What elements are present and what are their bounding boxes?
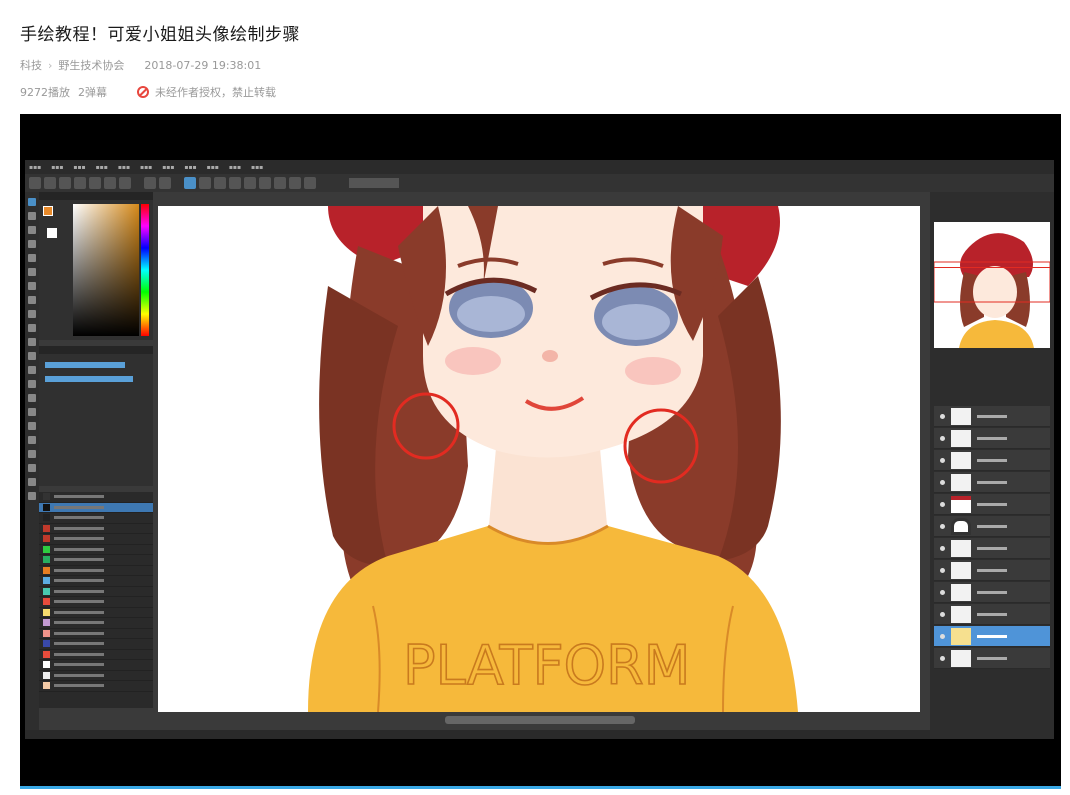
subcategory-link[interactable]: 野生技术协会 (58, 57, 124, 73)
hue-slider (141, 204, 149, 336)
video-stats: 9272播放 2弹幕 未经作者授权，禁止转载 (20, 84, 276, 100)
app-menubar: ▪▪▪ ▪▪▪ ▪▪▪ ▪▪▪ ▪▪▪ ▪▪▪ ▪▪▪ ▪▪▪ ▪▪▪ ▪▪▪ ▪▪▪ (25, 160, 1054, 174)
tool-palette (25, 192, 39, 739)
drawing-canvas[interactable]: PLATFORM (158, 206, 920, 712)
navigator-thumbnail (934, 222, 1050, 348)
copyright-text: 未经作者授权，禁止转载 (155, 86, 276, 99)
page-title: 手绘教程！可爱小姐姐头像绘制步骤 (20, 25, 300, 45)
layer-list-panel (39, 492, 153, 708)
sweater-text: PLATFORM (403, 634, 690, 697)
copyright-notice: 未经作者授权，禁止转载 (137, 84, 276, 100)
app-toolbar (25, 174, 1054, 192)
breadcrumb-separator: › (48, 58, 53, 72)
category-link[interactable]: 科技 (20, 57, 42, 73)
video-meta: 科技 › 野生技术协会 2018-07-29 19:38:01 (20, 57, 261, 73)
play-count: 9272播放 (20, 86, 70, 99)
girl-illustration: PLATFORM (308, 206, 798, 712)
publish-datetime: 2018-07-29 19:38:01 (144, 58, 262, 72)
painting-app-screenshot: ▪▪▪ ▪▪▪ ▪▪▪ ▪▪▪ ▪▪▪ ▪▪▪ ▪▪▪ ▪▪▪ ▪▪▪ ▪▪▪ ▪▪▪ (25, 160, 1054, 739)
brush-size-slider (45, 362, 125, 368)
app-statusbar (25, 730, 930, 739)
brush-settings-panel (39, 346, 153, 486)
brush-opacity-slider (45, 376, 133, 382)
canvas-scrollbar[interactable] (445, 716, 635, 724)
navigator-layers-panel (930, 192, 1054, 739)
color-picker-panel (39, 192, 153, 340)
foreground-color-swatch (43, 206, 53, 216)
no-reprint-icon (137, 86, 149, 98)
saturation-value-box (73, 204, 139, 336)
video-player[interactable]: ▪▪▪ ▪▪▪ ▪▪▪ ▪▪▪ ▪▪▪ ▪▪▪ ▪▪▪ ▪▪▪ ▪▪▪ ▪▪▪ ▪▪▪ (20, 114, 1061, 787)
background-color-swatch (47, 228, 57, 238)
video-progress-bar[interactable] (20, 786, 1061, 789)
danmaku-count: 2弹幕 (78, 86, 107, 99)
